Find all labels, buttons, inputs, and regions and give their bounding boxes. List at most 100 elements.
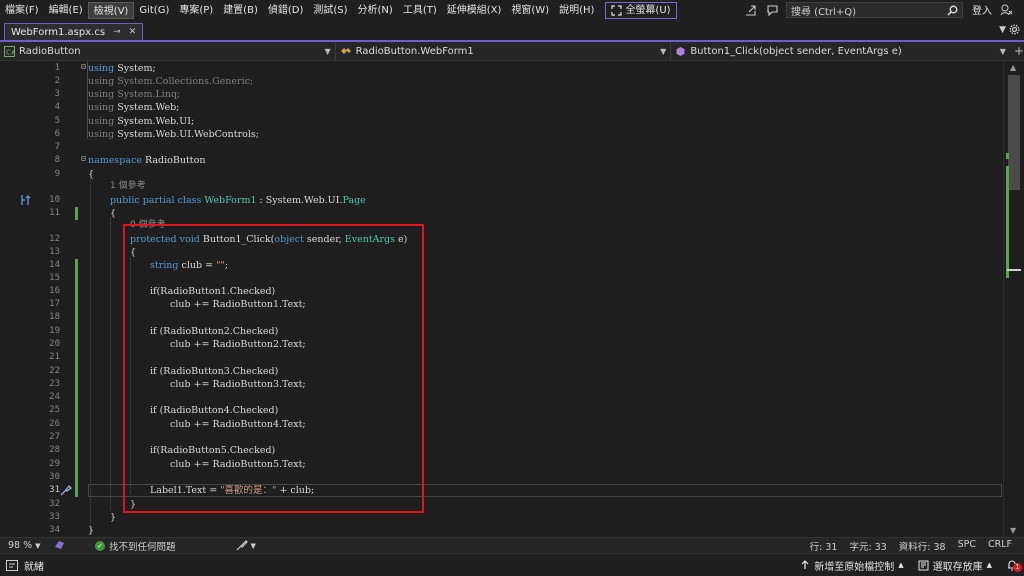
menu-git[interactable]: Git(G) — [134, 2, 174, 19]
brace: { — [110, 208, 117, 219]
line-number: 16 — [49, 286, 60, 296]
indent-guide — [90, 179, 91, 535]
pin-icon[interactable]: ⊸ — [113, 27, 121, 37]
line-number: 29 — [49, 459, 60, 469]
line-number: 23 — [49, 379, 60, 389]
account-badge-icon[interactable] — [1000, 3, 1013, 19]
line-number: 21 — [49, 352, 60, 362]
class-name: WebForm1 — [204, 195, 257, 206]
split-add-icon[interactable]: + — [1014, 44, 1024, 58]
tab-title: WebForm1.aspx.cs — [11, 26, 106, 38]
kw-class: class — [177, 195, 202, 206]
repository-icon — [918, 560, 929, 570]
kw-using: using — [88, 116, 115, 127]
line-number: 2 — [54, 76, 60, 86]
vertical-scrollbar[interactable]: ▲ ▼ — [1003, 61, 1024, 537]
app-status-bar: 就緒 新增至原始檔控制 ▲ 選取存放庫 ▲ 1 — [0, 553, 1024, 576]
menu-view[interactable]: 檢視(V) — [87, 1, 135, 19]
line-number: 18 — [49, 312, 60, 322]
scroll-up-icon[interactable]: ▲ — [1010, 63, 1016, 72]
fullscreen-button[interactable]: 全螢幕(U) — [605, 1, 677, 19]
menu-debug[interactable]: 偵錯(D) — [263, 2, 309, 19]
kw-partial: partial — [142, 195, 175, 206]
chevron-down-icon: ▼ — [660, 46, 667, 56]
fold-toggle-icon[interactable]: ⊟ — [81, 154, 86, 163]
whitespace-indicator[interactable]: SPC — [958, 539, 976, 553]
menu-window[interactable]: 視窗(W) — [506, 2, 554, 19]
add-to-source-control-button[interactable]: 新增至原始檔控制 ▲ — [800, 558, 904, 573]
scrollbar-thumb[interactable] — [1008, 75, 1020, 190]
cursor-position: 行: 31 字元: 33 資料行: 38 SPC CRLF — [810, 539, 1012, 553]
notification-count: 1 — [1013, 563, 1022, 572]
code-line: using System; — [88, 62, 156, 75]
add-source-text: 新增至原始檔控制 — [814, 561, 895, 573]
menu-edit[interactable]: 編輯(E) — [44, 2, 88, 19]
check-icon: ✓ — [95, 540, 105, 551]
line-number: 5 — [54, 116, 60, 126]
arrow-up-icon — [801, 560, 809, 569]
using-ns: System.Web; — [117, 102, 180, 113]
menu-test[interactable]: 測試(S) — [308, 2, 352, 19]
member-name: Button1_Click(object sender, EventArgs e… — [690, 45, 902, 57]
signin-button[interactable]: 登入 — [972, 2, 992, 17]
zoom-level[interactable]: 98 % ▼ — [0, 540, 52, 551]
line-number: 32 — [49, 499, 60, 509]
member-dropdown[interactable]: Button1_Click(object sender, EventArgs e… — [671, 43, 1010, 60]
code-cleanup-button[interactable]: ▼ — [236, 540, 256, 551]
tab-list-dropdown-icon[interactable]: ▼ — [999, 25, 1006, 35]
line-number: 34 — [49, 525, 60, 535]
codelens-references[interactable]: 1 個參考 — [110, 180, 146, 193]
close-icon[interactable]: ✕ — [129, 27, 137, 37]
csharp-project-icon: C# — [4, 45, 15, 57]
svg-text:C#: C# — [6, 48, 15, 56]
menu-analyze[interactable]: 分析(N) — [353, 2, 398, 19]
change-indicator — [75, 259, 78, 497]
scroll-change-mark — [1006, 153, 1009, 159]
codelens-override-icon[interactable] — [20, 194, 32, 209]
line-number: 26 — [49, 419, 60, 429]
line-indicator[interactable]: 行: 31 — [810, 539, 838, 553]
column-indicator[interactable]: 資料行: 38 — [899, 539, 946, 553]
menu-extensions[interactable]: 延伸模組(X) — [442, 2, 507, 19]
menu-file[interactable]: 檔案(F) — [0, 2, 44, 19]
tab-webform1-cs[interactable]: WebForm1.aspx.cs ⊸ ✕ — [4, 23, 144, 40]
class-base: Page — [342, 195, 366, 206]
chevron-down-icon: ▼ — [999, 46, 1006, 56]
project-name: RadioButton — [19, 45, 81, 57]
project-dropdown[interactable]: C# RadioButton ▼ — [0, 42, 336, 60]
search-input[interactable]: 搜尋 (Ctrl+Q) — [786, 2, 963, 18]
copilot-icon[interactable] — [54, 539, 65, 553]
feedback-icon[interactable] — [765, 3, 779, 17]
fullscreen-label: 全螢幕(U) — [625, 4, 671, 16]
menu-help[interactable]: 說明(H) — [554, 2, 599, 19]
line-number: 10 — [49, 195, 60, 205]
select-repository-button[interactable]: 選取存放庫 ▲ — [918, 558, 992, 573]
kw-using: using — [88, 102, 115, 113]
quick-action-icon[interactable] — [60, 484, 72, 499]
brush-icon — [236, 540, 248, 551]
code-editor[interactable]: 1 2 3 4 5 6 7 8 9 10 11 12 13 14 15 16 1… — [0, 61, 1024, 537]
scroll-down-icon[interactable]: ▼ — [1010, 526, 1016, 535]
signin-label: 登入 — [972, 6, 992, 17]
line-number: 19 — [49, 326, 60, 336]
scroll-change-mark — [1006, 166, 1009, 278]
select-repo-text: 選取存放庫 — [932, 561, 983, 573]
code-line: using System.Linq; — [88, 88, 180, 101]
line-number: 3 — [54, 89, 60, 99]
char-indicator[interactable]: 字元: 33 — [849, 539, 886, 553]
line-number: 7 — [54, 142, 60, 152]
class-dropdown[interactable]: RadioButton.WebForm1 ▼ — [336, 42, 672, 60]
line-ending-indicator[interactable]: CRLF — [988, 539, 1012, 553]
menu-project[interactable]: 專案(P) — [174, 2, 218, 19]
issues-indicator[interactable]: ✓ 找不到任何問題 — [65, 539, 176, 553]
line-number-gutter: 1 2 3 4 5 6 7 8 9 10 11 12 13 14 15 16 1… — [0, 61, 88, 537]
notifications-button[interactable]: 1 — [1006, 559, 1022, 572]
fold-toggle-icon[interactable]: ⊟ — [81, 62, 86, 71]
live-share-icon[interactable] — [743, 3, 757, 17]
menu-build[interactable]: 建置(B) — [218, 2, 263, 19]
change-indicator — [75, 207, 78, 220]
gear-icon[interactable] — [1009, 24, 1020, 38]
using-ns: System.Web.UI; — [117, 116, 195, 127]
menu-tools[interactable]: 工具(T) — [398, 2, 442, 19]
code-line: { — [110, 207, 116, 220]
